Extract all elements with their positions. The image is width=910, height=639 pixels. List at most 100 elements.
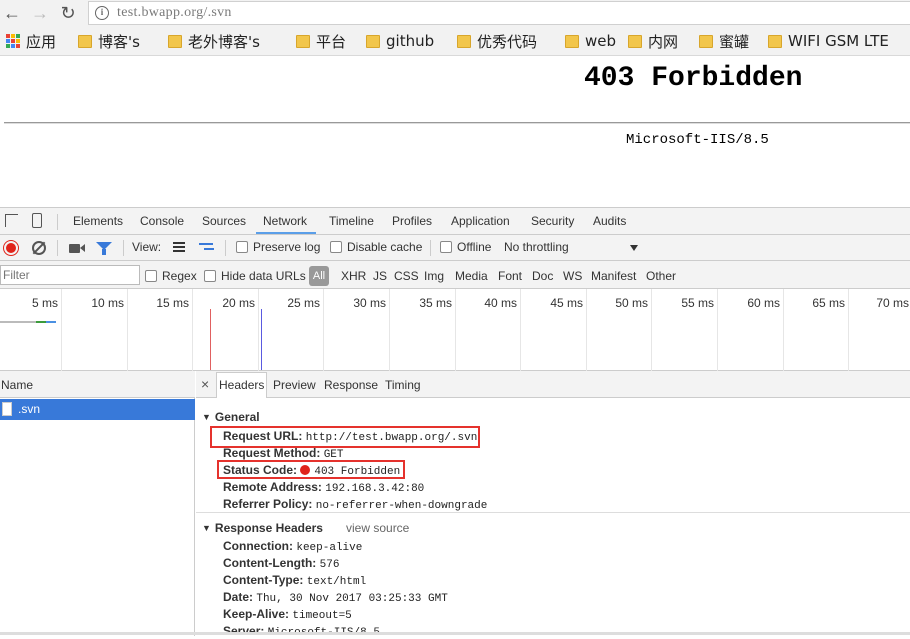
timeline-tick-label: 45 ms [550,296,583,310]
timeline-gridline [127,289,128,371]
header-key: Status Code: [223,463,298,477]
bookmark-folder[interactable]: WIFI GSM LTE [768,30,889,52]
bookmark-folder[interactable]: 内网 [628,30,678,52]
folder-icon [78,34,92,48]
tab-console[interactable]: Console [140,214,184,228]
hide-data-urls-checkbox[interactable]: Hide data URLs [204,269,306,283]
filter-type-css[interactable]: CSS [394,269,419,283]
chevron-down-icon[interactable] [630,245,638,251]
tab-elements[interactable]: Elements [73,214,123,228]
tab-response[interactable]: Response [324,378,378,392]
bookmark-label: 蜜罐 [719,32,750,51]
name-column-header[interactable]: Name [0,371,195,398]
view-source-link[interactable]: view source [346,521,409,535]
timeline-gridline [258,289,259,371]
back-icon[interactable]: ← [2,3,22,23]
browser-toolbar: ← → ↻ i test.bwapp.org/.svn [0,0,910,26]
filter-type-manifest[interactable]: Manifest [591,269,636,283]
bookmark-folder[interactable]: 优秀代码 [457,30,537,52]
filter-bar: Regex Hide data URLs All XHR JS CSS Img … [0,261,910,289]
timeline-tick-label: 70 ms [876,296,909,310]
bookmark-apps[interactable]: 应用 [6,30,56,52]
tab-timing[interactable]: Timing [385,378,421,392]
timeline-gridline [848,289,849,371]
filter-type-other[interactable]: Other [646,269,676,283]
timeline-gridline [717,289,718,371]
divider [57,240,58,256]
checkbox[interactable] [330,241,342,253]
address-bar[interactable]: i test.bwapp.org/.svn [88,1,910,25]
bookmark-folder[interactable]: 平台 [296,30,346,52]
timeline-tick-label: 5 ms [31,296,58,310]
tab-profiles[interactable]: Profiles [392,214,432,228]
hide-data-urls-label: Hide data URLs [221,269,306,283]
forward-icon[interactable]: → [30,3,50,23]
bookmark-folder[interactable]: 博客's [78,30,140,52]
reload-icon[interactable]: ↻ [58,3,78,23]
url-text: test.bwapp.org/.svn [117,5,232,20]
triangle-down-icon: ▼ [202,523,211,533]
header-key: Remote Address: [223,480,322,494]
offline-label: Offline [457,240,492,254]
bookmark-folder[interactable]: github [366,30,434,52]
header-row: Date: Thu, 30 Nov 2017 03:25:33 GMT [223,590,448,605]
filter-type-media[interactable]: Media [455,269,488,283]
filter-type-all[interactable]: All [309,266,329,286]
header-row: Status Code: 403 Forbidden [223,463,400,478]
filter-type-doc[interactable]: Doc [532,269,553,283]
header-key: Content-Length: [223,556,317,570]
header-key: Referrer Policy: [223,497,313,511]
bookmark-folder[interactable]: 蜜罐 [699,30,749,52]
request-list: Name .svn [0,371,195,636]
tab-audits[interactable]: Audits [593,214,626,228]
throttling-select[interactable]: No throttling [504,240,569,254]
camera-icon[interactable] [69,244,80,253]
tab-network[interactable]: Network [263,214,307,228]
timeline-tick-label: 20 ms [222,296,255,310]
response-headers-section-header[interactable]: ▼ Response Headers [202,521,323,535]
timeline-tick-label: 10 ms [91,296,124,310]
server-signature: Microsoft-IIS/8.5 [626,132,769,148]
checkbox[interactable] [236,241,248,253]
record-icon[interactable] [4,241,18,255]
general-section-header[interactable]: ▼ General [202,410,260,424]
checkbox[interactable] [145,270,157,282]
header-key: Connection: [223,539,293,553]
filter-type-js[interactable]: JS [373,269,387,283]
filter-type-img[interactable]: Img [424,269,444,283]
checkbox[interactable] [440,241,452,253]
regex-checkbox[interactable]: Regex [145,269,197,283]
tab-headers[interactable]: Headers [219,378,264,392]
timeline-tick-label: 60 ms [747,296,780,310]
bookmark-folder[interactable]: 老外博客's [168,30,260,52]
divider [57,214,58,230]
filter-type-xhr[interactable]: XHR [341,269,366,283]
bookmarks-bar: 应用 博客's 老外博客's 平台 github 优秀代码 web 内网 蜜罐 … [0,26,910,56]
tab-sources[interactable]: Sources [202,214,246,228]
tab-security[interactable]: Security [531,214,574,228]
network-overview-timeline[interactable]: 5 ms 10 ms 15 ms 20 ms 25 ms 30 ms 35 ms… [0,289,910,371]
request-row[interactable]: .svn [0,399,195,420]
filter-type-ws[interactable]: WS [563,269,582,283]
folder-icon [699,34,713,48]
header-value: timeout=5 [292,610,352,622]
header-value: 403 Forbidden [314,466,401,478]
filter-input[interactable] [0,265,140,285]
preserve-log-checkbox[interactable]: Preserve log [236,240,320,254]
filter-type-font[interactable]: Font [498,269,522,283]
bookmark-folder[interactable]: web [565,30,616,52]
timeline-tick-label: 25 ms [287,296,320,310]
offline-checkbox[interactable]: Offline [440,240,491,254]
device-toggle-icon[interactable] [32,213,42,228]
header-value: http://test.bwapp.org/.svn [305,432,478,444]
checkbox[interactable] [204,270,216,282]
tab-preview[interactable]: Preview [273,378,316,392]
header-key: Request URL: [223,429,303,443]
tab-application[interactable]: Application [451,214,510,228]
info-icon[interactable]: i [95,6,109,20]
tab-timeline[interactable]: Timeline [329,214,374,228]
inspect-icon[interactable] [5,214,18,227]
disable-cache-checkbox[interactable]: Disable cache [330,240,422,254]
close-icon[interactable]: × [201,376,209,392]
bookmark-label: 优秀代码 [477,32,538,51]
